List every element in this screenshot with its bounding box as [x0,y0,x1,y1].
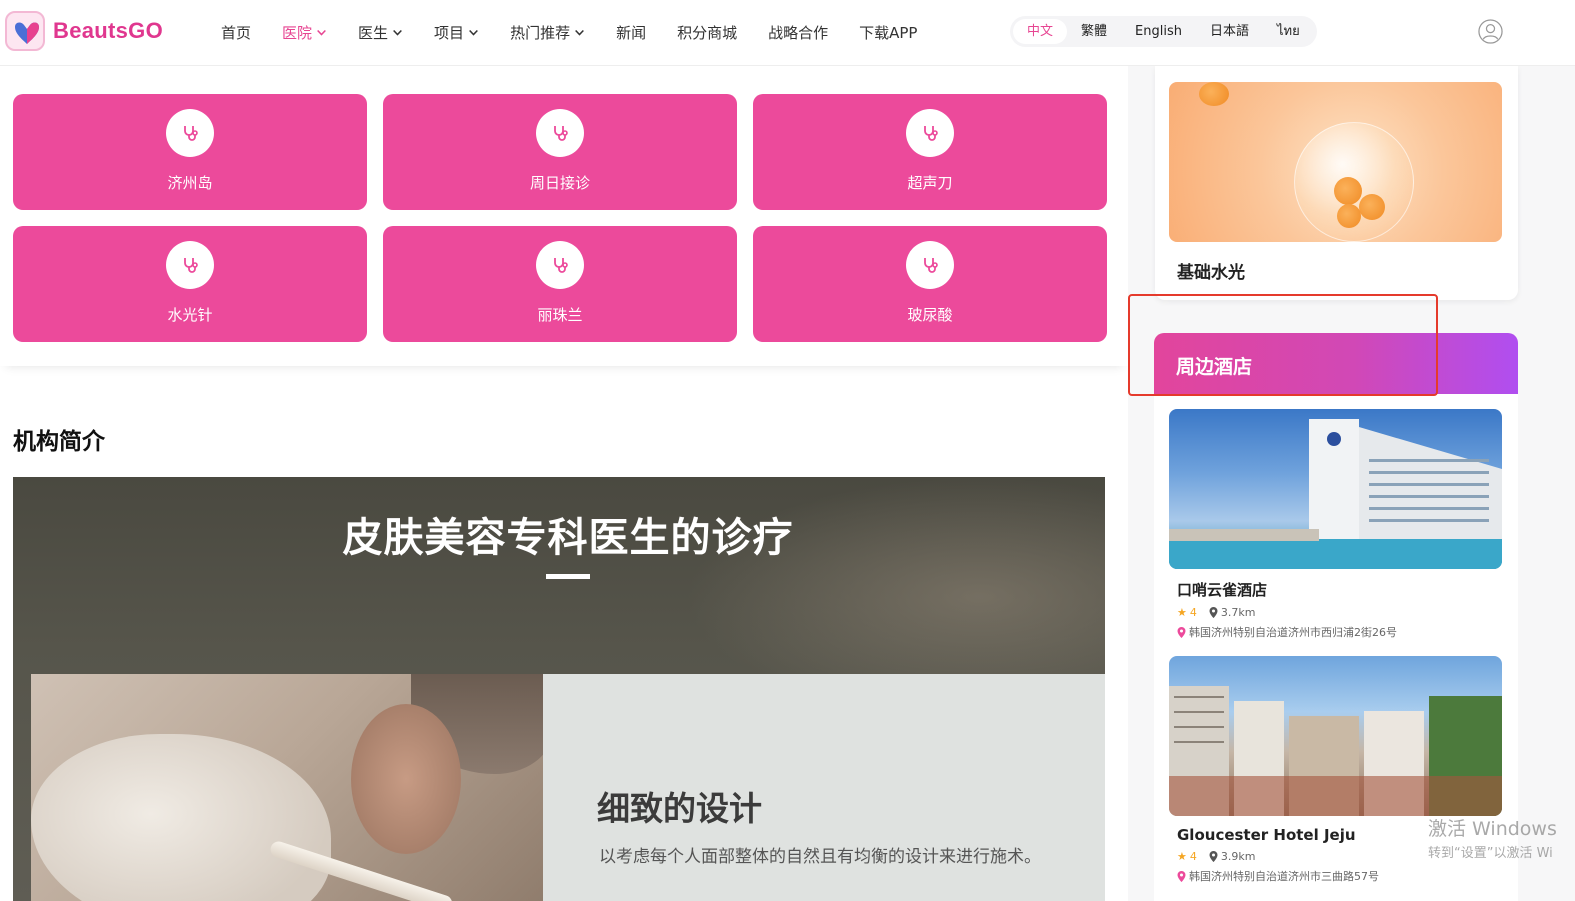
hotel-building-graphic [1169,419,1502,569]
language-switcher: 中文 繁體 English 日本語 ไทย [1010,16,1317,47]
category-card[interactable]: 玻尿酸 [753,226,1107,342]
treatment-photo [31,674,543,901]
category-grid: 济州岛 周日接诊 超声刀 水光针 丽珠兰 玻尿酸 [13,94,1107,342]
category-card[interactable]: 丽珠兰 [383,226,737,342]
chevron-down-icon [469,29,478,36]
map-pin-icon [1177,870,1186,882]
hotel-rating: 4 [1189,606,1197,619]
nav-hot[interactable]: 热门推荐 [510,22,585,43]
nav-label: 项目 [434,23,465,42]
lang-en[interactable]: English [1121,19,1196,44]
category-card[interactable]: 超声刀 [753,94,1107,210]
stethoscope-icon [536,109,584,157]
map-pin-icon [1177,626,1186,638]
lang-zh-tw[interactable]: 繁體 [1067,19,1121,44]
hotel-photo [1169,656,1502,816]
windows-activation-watermark: 激活 Windows [1428,818,1557,840]
stethoscope-icon [166,109,214,157]
main-content: 济州岛 周日接诊 超声刀 水光针 丽珠兰 玻尿酸 机构简介 皮肤美容专科医生的诊… [0,66,1128,901]
hotel-meta: ★ 4 3.7km [1177,606,1502,619]
category-label: 周日接诊 [529,174,590,192]
star-icon: ★ [1177,606,1187,619]
location-pin-icon [1209,851,1218,862]
hotel-name: 口哨云雀酒店 [1177,581,1268,599]
intro-description: 以考虑每个人面部整体的自然且有均衡的设计来进行施术。 [599,847,1041,867]
hotel-address: 韩国济州特别自治道济州市西归浦2街26号 [1177,624,1502,640]
intro-heading: 皮肤美容专科医生的诊疗 [342,515,794,561]
nav-home[interactable]: 首页 [221,22,251,43]
hotel-address-text: 韩国济州特别自治道济州市西归浦2街26号 [1189,626,1397,639]
photo-ear [351,704,461,854]
right-sidebar: 基础水光 周边酒店 口哨云雀酒店 ★ 4 3.7km 韩国济州特别自治道济州市西… [1128,66,1575,901]
hotel-rating: 4 [1189,850,1197,863]
category-label: 济州岛 [167,174,213,192]
intro-banner-image: 皮肤美容专科医生的诊疗 细致的设计 以考虑每个人面部整体的自然且有均衡的设计来进… [13,477,1105,901]
nav-points-mall[interactable]: 积分商城 [677,22,737,43]
nav-hospital[interactable]: 医院 [282,22,327,43]
user-avatar-icon[interactable] [1478,19,1503,44]
lang-ja[interactable]: 日本語 [1196,19,1263,44]
hotel-photo [1169,409,1502,569]
lang-th[interactable]: ไทย [1263,19,1314,44]
category-card[interactable]: 周日接诊 [383,94,737,210]
logo[interactable]: BeautsGO [5,11,163,51]
cell-graphic [1337,204,1361,228]
hotel-distance: 3.9km [1220,850,1256,863]
lang-zh-cn[interactable]: 中文 [1013,19,1068,44]
category-label: 水光针 [167,306,213,324]
nav-download-app[interactable]: 下载APP [859,22,917,43]
stethoscope-icon [906,241,954,289]
category-panel: 济州岛 周日接诊 超声刀 水光针 丽珠兰 玻尿酸 [0,66,1128,366]
cell-graphic [1199,82,1229,106]
hotel-card[interactable]: 口哨云雀酒店 ★ 4 3.7km 韩国济州特别自治道济州市西归浦2街26号 [1169,409,1502,640]
nav-label: 热门推荐 [510,23,571,42]
main-nav: 首页 医院 医生 项目 热门推荐 新闻 积分商城 战略合作 下载APP [221,0,948,64]
logo-icon [5,11,45,51]
category-card[interactable]: 水光针 [13,226,367,342]
nav-label: 下载APP [859,23,918,42]
category-label: 丽珠兰 [537,306,583,324]
cell-graphic [1359,194,1385,220]
intro-subheading: 细致的设计 [597,789,762,828]
nav-label: 新闻 [616,23,647,42]
recommended-item-image [1169,82,1502,242]
nav-news[interactable]: 新闻 [616,22,646,43]
hotel-address: 韩国济州特别自治道济州市三曲路57号 [1177,868,1502,884]
stethoscope-icon [536,241,584,289]
category-label: 玻尿酸 [907,306,953,324]
nav-label: 首页 [221,23,252,42]
hotel-address-text: 韩国济州特别自治道济州市三曲路57号 [1189,870,1379,883]
photo-glove [31,734,331,901]
logo-text: BeautsGO [53,18,163,43]
category-label: 超声刀 [907,174,953,192]
chevron-down-icon [317,29,326,36]
star-icon: ★ [1177,850,1187,863]
heading-divider [546,574,590,579]
nav-label: 医生 [358,23,389,42]
windows-activation-hint: 转到“设置”以激活 Wi [1428,846,1553,861]
cell-graphic [1334,177,1362,205]
nav-project[interactable]: 项目 [434,22,479,43]
category-card[interactable]: 济州岛 [13,94,367,210]
chevron-down-icon [393,29,402,36]
nearby-hotels-header: 周边酒店 [1154,333,1518,394]
nav-label: 积分商城 [677,23,738,42]
location-pin-icon [1209,607,1218,618]
hotel-distance: 3.7km [1220,606,1256,619]
nearby-hotels-title: 周边酒店 [1176,356,1253,378]
recommended-item-card[interactable]: 基础水光 [1155,66,1518,300]
top-navigation-bar: BeautsGO 首页 医院 医生 项目 热门推荐 新闻 积分商城 战略合作 下… [0,0,1575,66]
city-graphic [1169,686,1502,816]
chevron-down-icon [575,29,584,36]
nav-label: 医院 [282,23,313,42]
intro-text-panel: 细致的设计 以考虑每个人面部整体的自然且有均衡的设计来进行施术。 [543,674,1105,901]
nav-partnership[interactable]: 战略合作 [768,22,828,43]
nav-label: 战略合作 [768,23,829,42]
recommended-item-title: 基础水光 [1177,263,1245,283]
stethoscope-icon [906,109,954,157]
section-title-intro: 机构简介 [13,429,105,455]
stethoscope-icon [166,241,214,289]
nav-doctor[interactable]: 医生 [358,22,403,43]
